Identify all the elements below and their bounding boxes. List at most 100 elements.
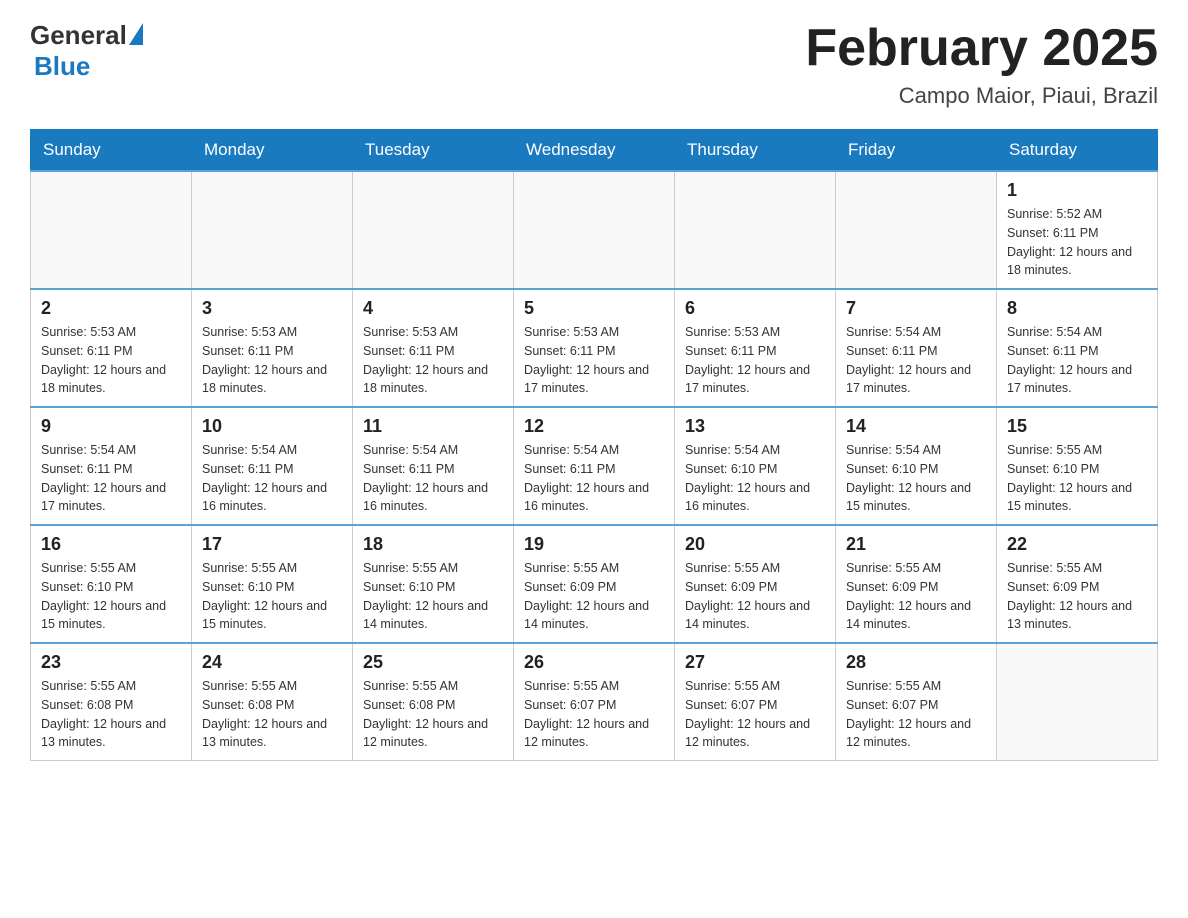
calendar-cell: 21 Sunrise: 5:55 AMSunset: 6:09 PMDayligh…: [836, 525, 997, 643]
calendar-cell: 15 Sunrise: 5:55 AMSunset: 6:10 PMDayligh…: [997, 407, 1158, 525]
day-info: Sunrise: 5:54 AMSunset: 6:10 PMDaylight:…: [685, 441, 825, 516]
day-number: 14: [846, 416, 986, 437]
calendar-header-monday: Monday: [192, 130, 353, 172]
day-number: 10: [202, 416, 342, 437]
day-number: 21: [846, 534, 986, 555]
calendar-cell: [353, 171, 514, 289]
day-number: 11: [363, 416, 503, 437]
month-title: February 2025: [805, 20, 1158, 77]
day-info: Sunrise: 5:55 AMSunset: 6:09 PMDaylight:…: [524, 559, 664, 634]
logo-triangle-icon: [129, 23, 143, 45]
calendar-cell: [514, 171, 675, 289]
day-info: Sunrise: 5:53 AMSunset: 6:11 PMDaylight:…: [524, 323, 664, 398]
calendar-cell: 13 Sunrise: 5:54 AMSunset: 6:10 PMDayligh…: [675, 407, 836, 525]
day-number: 28: [846, 652, 986, 673]
calendar-cell: [997, 643, 1158, 761]
day-number: 13: [685, 416, 825, 437]
day-number: 20: [685, 534, 825, 555]
day-info: Sunrise: 5:53 AMSunset: 6:11 PMDaylight:…: [685, 323, 825, 398]
day-info: Sunrise: 5:55 AMSunset: 6:07 PMDaylight:…: [846, 677, 986, 752]
day-number: 18: [363, 534, 503, 555]
calendar-cell: 17Sunrise: 5:55 AMSunset: 6:10 PMDayligh…: [192, 525, 353, 643]
day-info: Sunrise: 5:55 AMSunset: 6:09 PMDaylight:…: [1007, 559, 1147, 634]
day-info: Sunrise: 5:55 AMSunset: 6:10 PMDaylight:…: [202, 559, 342, 634]
day-number: 24: [202, 652, 342, 673]
calendar-cell: 2 Sunrise: 5:53 AMSunset: 6:11 PMDaylight…: [31, 289, 192, 407]
calendar-cell: 18Sunrise: 5:55 AMSunset: 6:10 PMDayligh…: [353, 525, 514, 643]
calendar-cell: 23 Sunrise: 5:55 AMSunset: 6:08 PMDayligh…: [31, 643, 192, 761]
day-info: Sunrise: 5:54 AMSunset: 6:11 PMDaylight:…: [524, 441, 664, 516]
calendar-cell: 24 Sunrise: 5:55 AMSunset: 6:08 PMDayligh…: [192, 643, 353, 761]
calendar-header-saturday: Saturday: [997, 130, 1158, 172]
calendar-cell: 1 Sunrise: 5:52 AMSunset: 6:11 PMDaylight…: [997, 171, 1158, 289]
calendar-cell: 19 Sunrise: 5:55 AMSunset: 6:09 PMDayligh…: [514, 525, 675, 643]
calendar-cell: [31, 171, 192, 289]
day-number: 27: [685, 652, 825, 673]
day-number: 6: [685, 298, 825, 319]
calendar-cell: 20 Sunrise: 5:55 AMSunset: 6:09 PMDayligh…: [675, 525, 836, 643]
day-info: Sunrise: 5:55 AMSunset: 6:10 PMDaylight:…: [41, 559, 181, 634]
day-number: 5: [524, 298, 664, 319]
calendar-table: SundayMondayTuesdayWednesdayThursdayFrid…: [30, 129, 1158, 761]
day-info: Sunrise: 5:53 AMSunset: 6:11 PMDaylight:…: [202, 323, 342, 398]
page-header: General Blue February 2025 Campo Maior, …: [30, 20, 1158, 109]
calendar-cell: 9 Sunrise: 5:54 AMSunset: 6:11 PMDaylight…: [31, 407, 192, 525]
calendar-header-tuesday: Tuesday: [353, 130, 514, 172]
title-section: February 2025 Campo Maior, Piaui, Brazil: [805, 20, 1158, 109]
day-number: 19: [524, 534, 664, 555]
day-info: Sunrise: 5:54 AMSunset: 6:11 PMDaylight:…: [846, 323, 986, 398]
day-number: 9: [41, 416, 181, 437]
calendar-cell: 4Sunrise: 5:53 AMSunset: 6:11 PMDaylight…: [353, 289, 514, 407]
calendar-cell: [836, 171, 997, 289]
day-info: Sunrise: 5:54 AMSunset: 6:11 PMDaylight:…: [1007, 323, 1147, 398]
calendar-cell: 6 Sunrise: 5:53 AMSunset: 6:11 PMDaylight…: [675, 289, 836, 407]
calendar-header-friday: Friday: [836, 130, 997, 172]
day-info: Sunrise: 5:55 AMSunset: 6:08 PMDaylight:…: [363, 677, 503, 752]
calendar-cell: [192, 171, 353, 289]
location-subtitle: Campo Maior, Piaui, Brazil: [805, 83, 1158, 109]
calendar-cell: 26 Sunrise: 5:55 AMSunset: 6:07 PMDayligh…: [514, 643, 675, 761]
calendar-cell: 22 Sunrise: 5:55 AMSunset: 6:09 PMDayligh…: [997, 525, 1158, 643]
day-info: Sunrise: 5:55 AMSunset: 6:09 PMDaylight:…: [846, 559, 986, 634]
calendar-header-sunday: Sunday: [31, 130, 192, 172]
day-info: Sunrise: 5:55 AMSunset: 6:07 PMDaylight:…: [685, 677, 825, 752]
calendar-cell: 12Sunrise: 5:54 AMSunset: 6:11 PMDayligh…: [514, 407, 675, 525]
calendar-header-thursday: Thursday: [675, 130, 836, 172]
day-info: Sunrise: 5:52 AMSunset: 6:11 PMDaylight:…: [1007, 205, 1147, 280]
day-number: 2: [41, 298, 181, 319]
logo-general-text: General: [30, 20, 127, 51]
day-info: Sunrise: 5:55 AMSunset: 6:07 PMDaylight:…: [524, 677, 664, 752]
calendar-cell: 8 Sunrise: 5:54 AMSunset: 6:11 PMDaylight…: [997, 289, 1158, 407]
day-number: 22: [1007, 534, 1147, 555]
calendar-header-wednesday: Wednesday: [514, 130, 675, 172]
logo-blue-text: Blue: [34, 51, 90, 81]
day-info: Sunrise: 5:53 AMSunset: 6:11 PMDaylight:…: [363, 323, 503, 398]
calendar-cell: 27 Sunrise: 5:55 AMSunset: 6:07 PMDayligh…: [675, 643, 836, 761]
day-number: 16: [41, 534, 181, 555]
calendar-cell: 10 Sunrise: 5:54 AMSunset: 6:11 PMDayligh…: [192, 407, 353, 525]
day-info: Sunrise: 5:54 AMSunset: 6:11 PMDaylight:…: [363, 441, 503, 516]
logo: General Blue: [30, 20, 143, 82]
day-number: 8: [1007, 298, 1147, 319]
week-row-3: 9 Sunrise: 5:54 AMSunset: 6:11 PMDaylight…: [31, 407, 1158, 525]
day-info: Sunrise: 5:54 AMSunset: 6:11 PMDaylight:…: [202, 441, 342, 516]
week-row-2: 2 Sunrise: 5:53 AMSunset: 6:11 PMDaylight…: [31, 289, 1158, 407]
day-info: Sunrise: 5:54 AMSunset: 6:11 PMDaylight:…: [41, 441, 181, 516]
day-number: 3: [202, 298, 342, 319]
day-number: 15: [1007, 416, 1147, 437]
day-number: 26: [524, 652, 664, 673]
day-info: Sunrise: 5:53 AMSunset: 6:11 PMDaylight:…: [41, 323, 181, 398]
day-info: Sunrise: 5:55 AMSunset: 6:09 PMDaylight:…: [685, 559, 825, 634]
calendar-cell: 11 Sunrise: 5:54 AMSunset: 6:11 PMDayligh…: [353, 407, 514, 525]
day-number: 23: [41, 652, 181, 673]
calendar-cell: 5 Sunrise: 5:53 AMSunset: 6:11 PMDaylight…: [514, 289, 675, 407]
day-info: Sunrise: 5:55 AMSunset: 6:08 PMDaylight:…: [41, 677, 181, 752]
day-number: 1: [1007, 180, 1147, 201]
calendar-cell: 25Sunrise: 5:55 AMSunset: 6:08 PMDayligh…: [353, 643, 514, 761]
calendar-cell: 16 Sunrise: 5:55 AMSunset: 6:10 PMDayligh…: [31, 525, 192, 643]
calendar-cell: 3 Sunrise: 5:53 AMSunset: 6:11 PMDaylight…: [192, 289, 353, 407]
calendar-cell: 28 Sunrise: 5:55 AMSunset: 6:07 PMDayligh…: [836, 643, 997, 761]
day-info: Sunrise: 5:55 AMSunset: 6:08 PMDaylight:…: [202, 677, 342, 752]
day-info: Sunrise: 5:55 AMSunset: 6:10 PMDaylight:…: [1007, 441, 1147, 516]
week-row-1: 1 Sunrise: 5:52 AMSunset: 6:11 PMDaylight…: [31, 171, 1158, 289]
